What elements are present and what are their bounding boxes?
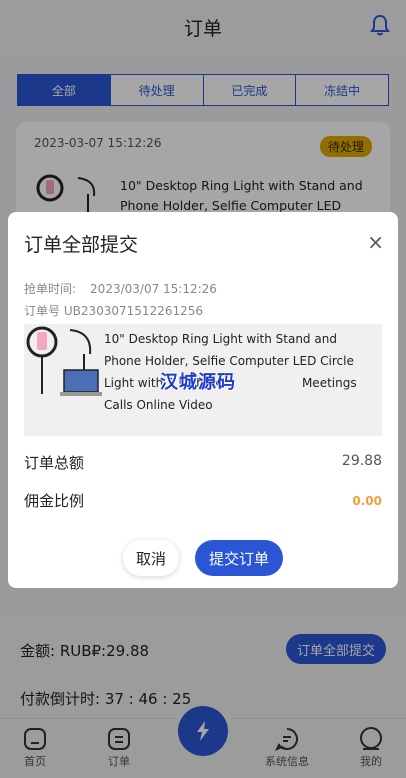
commission-label: 佣金比例	[24, 492, 85, 510]
order-number: 订单号 UB2303071512261256	[24, 304, 203, 318]
product-image	[26, 326, 102, 396]
close-icon[interactable]: ×	[367, 230, 384, 254]
modal-title: 订单全部提交	[24, 234, 139, 256]
grab-time-label: 抢单时间:	[24, 282, 77, 296]
submit-order-modal: 订单全部提交 × 抢单时间: 2023/03/07 15:12:26 订单号 UB…	[8, 212, 398, 588]
product-title: 10" Desktop Ring Light with Stand and Ph…	[104, 328, 376, 416]
submit-order-button[interactable]: 提交订单	[195, 540, 283, 576]
order-total-value: 29.88	[341, 453, 382, 469]
cancel-button[interactable]: 取消	[123, 540, 179, 576]
commission-value: 0.00	[352, 494, 382, 508]
grab-time-value: 2023/03/07 15:12:26	[90, 282, 217, 296]
watermark: 汉城源码	[160, 372, 236, 393]
order-total-label: 订单总额	[24, 454, 85, 472]
grab-time-row: 抢单时间: 2023/03/07 15:12:26	[24, 280, 217, 297]
